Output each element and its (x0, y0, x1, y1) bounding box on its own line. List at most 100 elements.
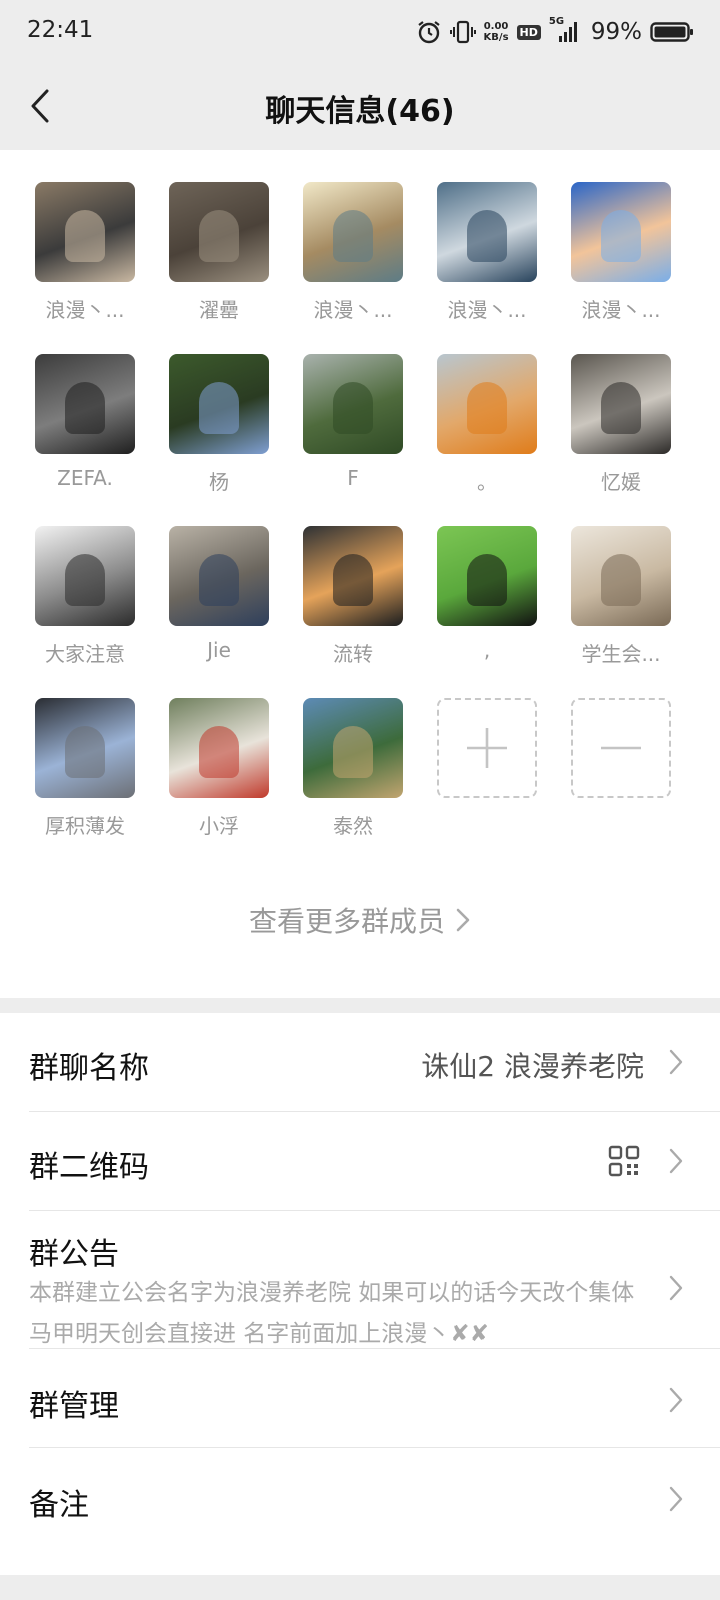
member-name: 。 (477, 470, 497, 494)
member-item[interactable]: 厚积薄发 (30, 698, 140, 848)
chevron-right-icon (669, 1387, 683, 1413)
avatar-subject (601, 382, 641, 434)
avatar-subject (65, 554, 105, 606)
avatar-subject (199, 554, 239, 606)
page-title: 聊天信息(46) (265, 94, 455, 129)
group-manage-row[interactable]: 群管理 (0, 1349, 720, 1447)
avatar-subject (65, 382, 105, 434)
avatar (35, 698, 135, 798)
qr-code-icon (608, 1145, 640, 1177)
avatar (437, 526, 537, 626)
member-item[interactable]: 小浮 (164, 698, 274, 848)
member-name: 浪漫丶... (447, 298, 527, 322)
remove-member-button-box[interactable] (571, 698, 671, 798)
member-name: ZEFA. (57, 466, 113, 490)
member-item[interactable]: 。 (432, 354, 542, 504)
member-item[interactable]: 忆媛 (566, 354, 676, 504)
members-grid: 查看更多群成员 浪漫丶... 濯罍 浪漫丶... 浪漫丶... 浪漫丶... ZEFA. 杨… (0, 150, 720, 998)
avatar-subject (199, 726, 239, 778)
avatar-subject (199, 382, 239, 434)
avatar-subject (65, 210, 105, 262)
group-name-label: 群聊名称 (29, 1051, 149, 1086)
chevron-right-icon (456, 908, 470, 932)
chevron-right-icon (669, 1049, 683, 1075)
avatar (303, 526, 403, 626)
chevron-right-icon (669, 1275, 683, 1301)
avatar-subject (333, 554, 373, 606)
qr-code-label: 群二维码 (29, 1150, 149, 1185)
add-member-button[interactable] (432, 698, 542, 848)
group-name-value: 诛仙2 浪漫养老院 (421, 1050, 644, 1083)
member-name: Jie (207, 638, 231, 662)
vibrate-icon (449, 19, 476, 45)
avatar (303, 698, 403, 798)
avatar-subject (333, 210, 373, 262)
more-members-link[interactable]: 查看更多群成员 (0, 900, 720, 940)
avatar-subject (199, 210, 239, 262)
member-name: 濯罍 (199, 298, 239, 322)
add-member-button-box[interactable] (437, 698, 537, 798)
member-item[interactable]: Jie (164, 526, 274, 676)
avatar (169, 698, 269, 798)
avatar (571, 526, 671, 626)
avatar (169, 354, 269, 454)
member-item[interactable]: 浪漫丶... (298, 182, 408, 332)
avatar (35, 526, 135, 626)
member-item[interactable]: 杨 (164, 354, 274, 504)
avatar-subject (65, 726, 105, 778)
member-item[interactable]: 浪漫丶... (30, 182, 140, 332)
nav-bar: 聊天信息(46) (0, 64, 720, 150)
status-icons: 0.00 KB/s HD 5G 99% (416, 14, 694, 50)
more-members-label: 查看更多群成员 (248, 905, 445, 938)
member-item[interactable]: 流转 (298, 526, 408, 676)
chevron-right-icon (669, 1148, 683, 1174)
avatar (437, 354, 537, 454)
avatar (35, 354, 135, 454)
member-item[interactable]: 学生会... (566, 526, 676, 676)
member-item[interactable]: ZEFA. (30, 354, 140, 504)
avatar (303, 354, 403, 454)
status-time: 22:41 (27, 17, 94, 43)
battery-percent: 99% (590, 19, 642, 45)
battery-icon (650, 20, 694, 44)
member-name: , (483, 638, 491, 662)
remark-label: 备注 (29, 1488, 89, 1523)
net-speed-value: 0.00 (483, 21, 509, 32)
member-name: 浪漫丶... (45, 298, 125, 322)
avatar (571, 354, 671, 454)
network-type: 5G (548, 16, 565, 27)
member-item[interactable]: 大家注意 (30, 526, 140, 676)
avatar (169, 526, 269, 626)
member-item[interactable]: 浪漫丶... (432, 182, 542, 332)
avatar-subject (601, 554, 641, 606)
avatar (571, 182, 671, 282)
remove-member-button[interactable] (566, 698, 676, 848)
chevron-right-icon (669, 1486, 683, 1512)
net-speed: 0.00 KB/s (484, 21, 509, 43)
net-speed-unit: KB/s (483, 32, 509, 43)
remark-row[interactable]: 备注 (0, 1448, 720, 1548)
avatar (303, 182, 403, 282)
member-name: 大家注意 (45, 642, 125, 666)
avatar (35, 182, 135, 282)
plus-icon (467, 728, 507, 768)
group-notice-text: 本群建立公会名字为浪漫养老院 如果可以的话今天改个集体马甲明天创会直接进 名字前… (29, 1280, 635, 1347)
qr-code-row[interactable]: 群二维码 (0, 1112, 720, 1210)
member-item[interactable]: 濯罍 (164, 182, 274, 332)
status-bar: 22:41 0.00 KB/s HD 5G 99% (0, 0, 720, 64)
member-name: 杨 (209, 470, 229, 494)
member-item[interactable]: , (432, 526, 542, 676)
member-name: 泰然 (333, 814, 373, 838)
minus-icon (601, 746, 641, 750)
group-name-row[interactable]: 群聊名称 诛仙2 浪漫养老院 (0, 1013, 720, 1111)
member-item[interactable]: 浪漫丶... (566, 182, 676, 332)
avatar-subject (333, 726, 373, 778)
avatar-subject (467, 382, 507, 434)
member-name: 浪漫丶... (313, 298, 393, 322)
avatar (437, 182, 537, 282)
hd-badge: HD (516, 24, 541, 40)
avatar-subject (467, 210, 507, 262)
alarm-icon (416, 19, 442, 45)
member-item[interactable]: F (298, 354, 408, 504)
member-item[interactable]: 泰然 (298, 698, 408, 848)
